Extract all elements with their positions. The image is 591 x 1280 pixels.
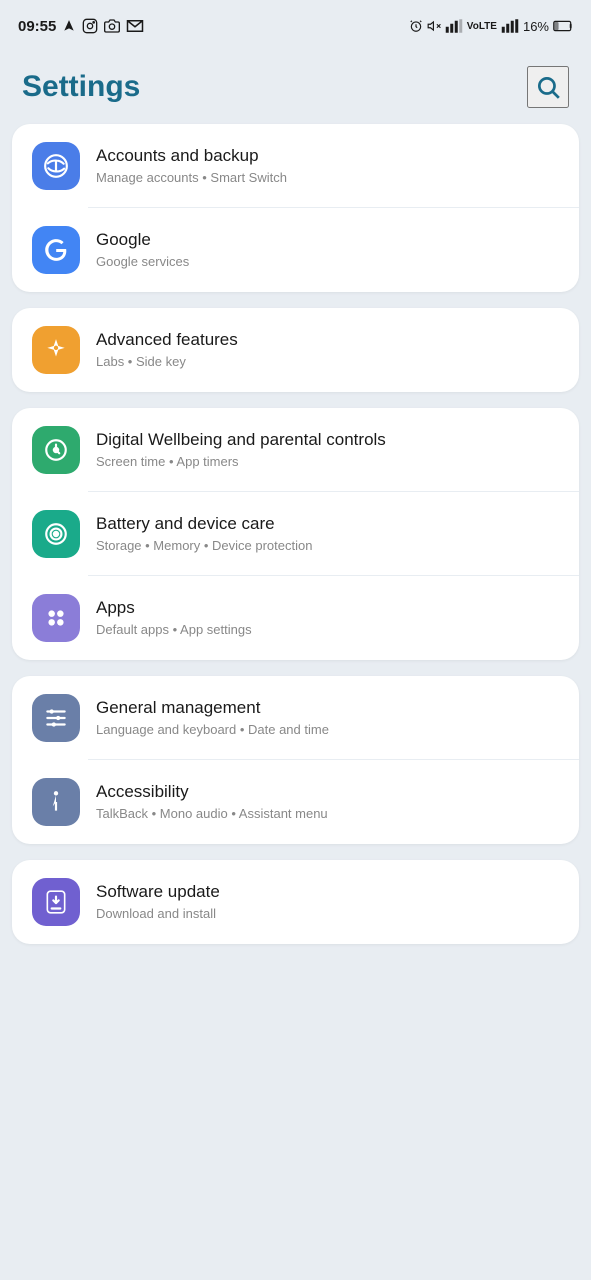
page-title: Settings	[22, 70, 140, 104]
settings-group-2: Advanced features Labs • Side key	[12, 308, 579, 392]
battery-device-subtitle: Storage • Memory • Device protection	[96, 538, 559, 555]
search-icon	[535, 74, 561, 100]
settings-item-accessibility[interactable]: Accessibility TalkBack • Mono audio • As…	[12, 760, 579, 844]
digital-wellbeing-icon	[32, 426, 80, 474]
signal-icon	[445, 19, 463, 33]
accessibility-title: Accessibility	[96, 781, 559, 803]
general-management-subtitle: Language and keyboard • Date and time	[96, 722, 559, 739]
camera-icon	[104, 18, 120, 34]
digital-wellbeing-text: Digital Wellbeing and parental controls …	[96, 429, 559, 471]
apps-subtitle: Default apps • App settings	[96, 622, 559, 639]
status-left: 09:55	[18, 18, 144, 35]
accessibility-text: Accessibility TalkBack • Mono audio • As…	[96, 781, 559, 823]
signal2-icon	[501, 19, 519, 33]
advanced-features-title: Advanced features	[96, 329, 559, 351]
software-update-icon	[32, 878, 80, 926]
navigation-icon	[62, 19, 76, 33]
settings-group-3: Digital Wellbeing and parental controls …	[12, 408, 579, 660]
general-management-icon	[32, 694, 80, 742]
status-bar: 09:55 VoLTE 16%	[0, 0, 591, 48]
status-right: VoLTE 16%	[409, 19, 573, 34]
apps-title: Apps	[96, 597, 559, 619]
accounts-backup-title: Accounts and backup	[96, 145, 559, 167]
battery-percent: 16%	[523, 19, 549, 34]
settings-group-1: Accounts and backup Manage accounts • Sm…	[12, 124, 579, 292]
settings-item-apps[interactable]: Apps Default apps • App settings	[12, 576, 579, 660]
digital-wellbeing-subtitle: Screen time • App timers	[96, 454, 559, 471]
apps-text: Apps Default apps • App settings	[96, 597, 559, 639]
google-title: Google	[96, 229, 559, 251]
time-display: 09:55	[18, 18, 56, 35]
volte-text: VoLTE	[467, 21, 497, 32]
gmail-icon	[126, 19, 144, 33]
accounts-backup-subtitle: Manage accounts • Smart Switch	[96, 170, 559, 187]
settings-group-4: General management Language and keyboard…	[12, 676, 579, 844]
settings-group-5: Software update Download and install	[12, 860, 579, 944]
software-update-text: Software update Download and install	[96, 881, 559, 923]
general-management-title: General management	[96, 697, 559, 719]
battery-device-icon	[32, 510, 80, 558]
google-text: Google Google services	[96, 229, 559, 271]
advanced-features-subtitle: Labs • Side key	[96, 354, 559, 371]
advanced-features-icon	[32, 326, 80, 374]
battery-device-title: Battery and device care	[96, 513, 559, 535]
digital-wellbeing-title: Digital Wellbeing and parental controls	[96, 429, 559, 451]
alarm-icon	[409, 19, 423, 33]
mute-icon	[427, 19, 441, 33]
google-subtitle: Google services	[96, 254, 559, 271]
battery-icon	[553, 20, 573, 32]
advanced-features-text: Advanced features Labs • Side key	[96, 329, 559, 371]
google-icon	[32, 226, 80, 274]
software-update-title: Software update	[96, 881, 559, 903]
accessibility-subtitle: TalkBack • Mono audio • Assistant menu	[96, 806, 559, 823]
accounts-backup-text: Accounts and backup Manage accounts • Sm…	[96, 145, 559, 187]
settings-header: Settings	[0, 48, 591, 124]
settings-item-software-update[interactable]: Software update Download and install	[12, 860, 579, 944]
general-management-text: General management Language and keyboard…	[96, 697, 559, 739]
instagram-icon	[82, 18, 98, 34]
settings-item-accounts-backup[interactable]: Accounts and backup Manage accounts • Sm…	[12, 124, 579, 208]
apps-icon	[32, 594, 80, 642]
settings-item-general-management[interactable]: General management Language and keyboard…	[12, 676, 579, 760]
settings-item-google[interactable]: Google Google services	[12, 208, 579, 292]
accessibility-icon	[32, 778, 80, 826]
search-button[interactable]	[527, 66, 569, 108]
settings-item-advanced-features[interactable]: Advanced features Labs • Side key	[12, 308, 579, 392]
battery-device-text: Battery and device care Storage • Memory…	[96, 513, 559, 555]
settings-item-battery-device[interactable]: Battery and device care Storage • Memory…	[12, 492, 579, 576]
accounts-icon	[32, 142, 80, 190]
software-update-subtitle: Download and install	[96, 906, 559, 923]
settings-item-digital-wellbeing[interactable]: Digital Wellbeing and parental controls …	[12, 408, 579, 492]
